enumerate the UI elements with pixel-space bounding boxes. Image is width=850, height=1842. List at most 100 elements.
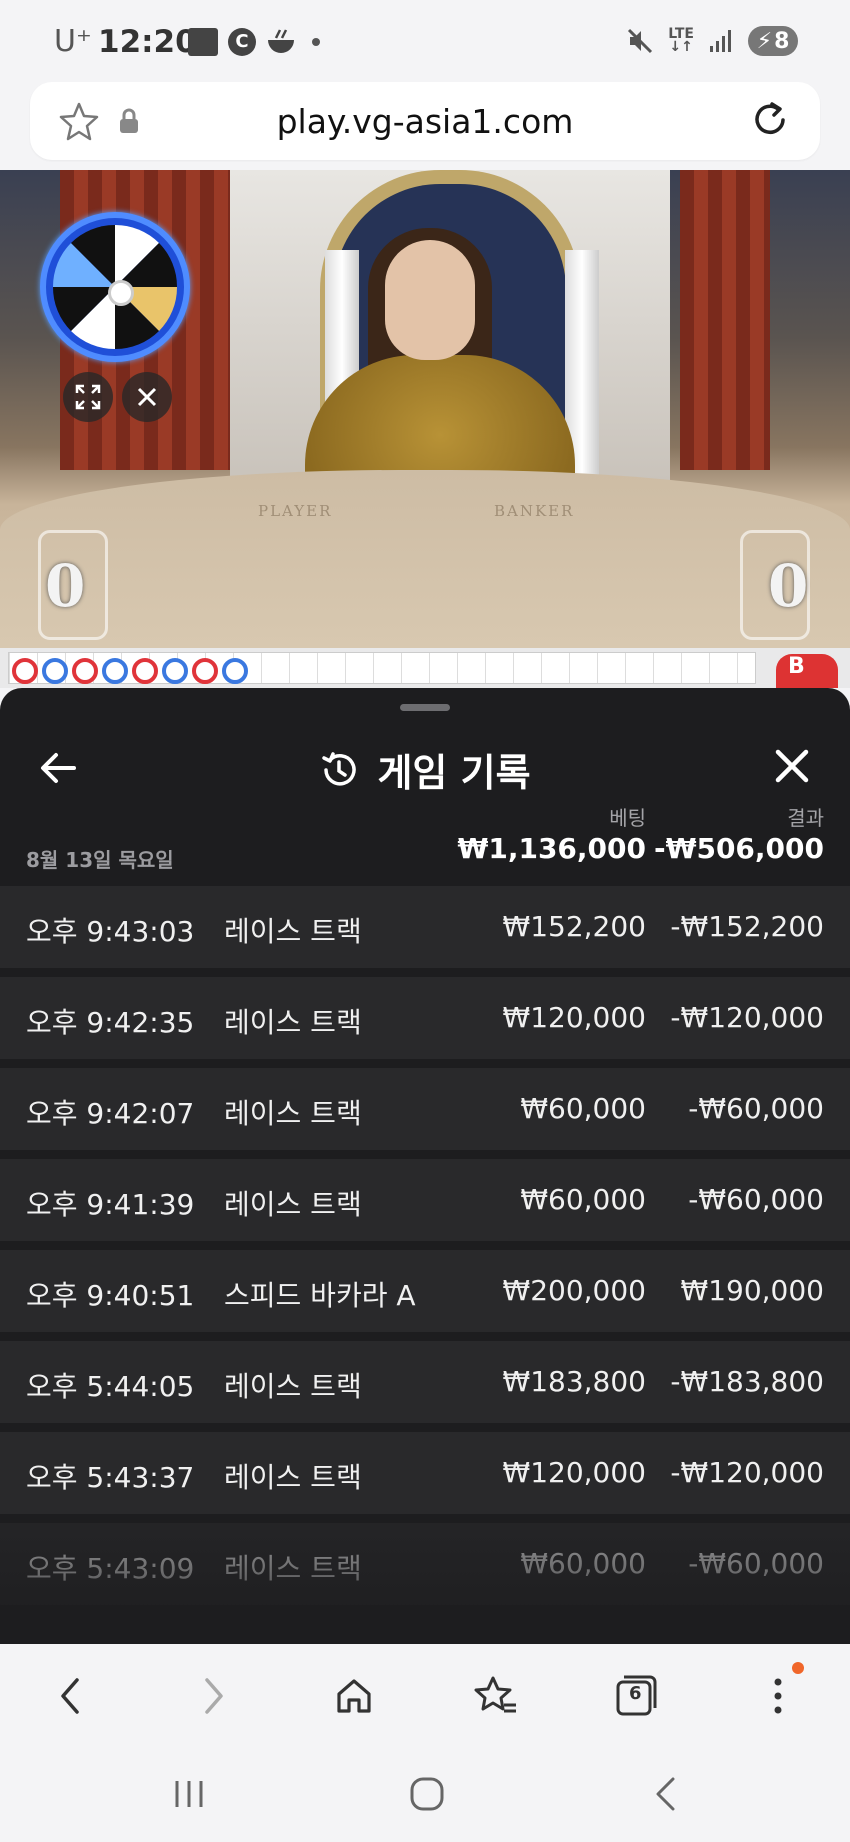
tabs-count: 6 — [629, 1683, 642, 1704]
row-game: 레이스 트랙 — [224, 1552, 362, 1585]
bead-red — [132, 658, 158, 684]
history-list: 오후 9:43:03 레이스 트랙 ₩152,200 -₩152,200 오후 … — [0, 886, 850, 1614]
home-button[interactable] — [326, 1668, 382, 1724]
row-game: 레이스 트랙 — [224, 1188, 362, 1221]
row-result: ₩190,000 — [680, 1274, 824, 1307]
row-time: 오후 9:40:51 — [26, 1279, 195, 1312]
home-icon — [337, 1679, 371, 1713]
bead-red — [72, 658, 98, 684]
row-bet: ₩152,200 — [502, 910, 646, 943]
network-type: LTE ↓↑ — [668, 26, 694, 55]
row-game: 레이스 트랙 — [224, 1006, 362, 1039]
baccarat-table — [0, 470, 850, 648]
column-header-result: 결과 — [787, 806, 824, 830]
total-bet: ₩1,136,000 — [457, 832, 646, 865]
history-row[interactable]: 오후 9:41:39 레이스 트랙 ₩60,000 -₩60,000 — [0, 1159, 850, 1241]
c-app-icon: C — [228, 28, 256, 56]
status-bar: U⁺ 12:20 C LTE ↓↑ ⚡ 8 — [0, 0, 850, 82]
row-result: -₩60,000 — [688, 1547, 824, 1580]
tabs-button[interactable]: 6 — [608, 1668, 664, 1724]
charging-bolt-icon: ⚡ — [756, 28, 773, 54]
browser-toolbar: 6 — [0, 1644, 850, 1744]
forward-button[interactable] — [186, 1668, 242, 1724]
row-bet: ₩200,000 — [502, 1274, 646, 1307]
menu-button[interactable] — [750, 1668, 806, 1724]
row-bet: ₩120,000 — [502, 1001, 646, 1034]
bowl-icon — [268, 29, 294, 53]
star-list-icon — [474, 1676, 516, 1713]
row-time: 오후 9:42:07 — [26, 1097, 195, 1130]
back-nav-button[interactable] — [640, 1772, 690, 1816]
row-game: 스피드 바카라 A — [224, 1279, 416, 1312]
row-game: 레이스 트랙 — [224, 915, 362, 948]
clock: 12:20 — [98, 24, 197, 60]
close-icon[interactable] — [770, 744, 814, 788]
row-time: 오후 5:43:09 — [26, 1552, 195, 1585]
row-result: -₩60,000 — [688, 1183, 824, 1216]
row-time: 오후 9:41:39 — [26, 1188, 195, 1221]
recent-apps-button[interactable] — [164, 1772, 214, 1816]
row-time: 오후 5:44:05 — [26, 1370, 195, 1403]
carrier-label: U⁺ — [54, 24, 92, 59]
row-bet: ₩183,800 — [502, 1365, 646, 1398]
reload-icon[interactable] — [750, 100, 790, 142]
row-bet: ₩60,000 — [520, 1183, 646, 1216]
row-time: 오후 5:43:37 — [26, 1461, 195, 1494]
row-time: 오후 9:42:35 — [26, 1006, 195, 1039]
history-row[interactable]: 오후 5:44:05 레이스 트랙 ₩183,800 -₩183,800 — [0, 1341, 850, 1423]
row-game: 레이스 트랙 — [224, 1370, 362, 1403]
home-circle-icon — [410, 1777, 444, 1811]
expand-icon — [75, 384, 101, 410]
sheet-header: 게임 기록 — [0, 718, 850, 818]
total-result: -₩506,000 — [653, 832, 824, 865]
url-text[interactable]: play.vg-asia1.com — [30, 102, 820, 141]
banker-marker[interactable]: B — [776, 654, 838, 688]
drag-handle[interactable] — [400, 704, 450, 711]
fullscreen-button[interactable] — [63, 372, 113, 422]
row-result: -₩60,000 — [688, 1092, 824, 1125]
bead-blue — [222, 658, 248, 684]
battery-indicator: ⚡ 8 — [748, 26, 798, 56]
banker-score: 0 — [768, 552, 809, 620]
column-header-bet: 베팅 — [609, 806, 646, 830]
mute-icon — [628, 28, 653, 54]
history-row[interactable]: 오후 5:43:37 레이스 트랙 ₩120,000 -₩120,000 — [0, 1432, 850, 1514]
row-result: -₩120,000 — [670, 1001, 824, 1034]
back-button[interactable] — [42, 1668, 98, 1724]
close-icon — [137, 387, 157, 407]
history-icon — [322, 751, 357, 786]
chevron-left-icon — [61, 1678, 79, 1714]
home-nav-button[interactable] — [402, 1772, 452, 1816]
row-bet: ₩60,000 — [520, 1092, 646, 1125]
more-notifications-dot — [312, 38, 320, 46]
prize-wheel-icon[interactable] — [40, 212, 190, 362]
row-game: 레이스 트랙 — [224, 1097, 362, 1130]
bead-red — [192, 658, 218, 684]
address-bar[interactable]: play.vg-asia1.com — [30, 82, 820, 160]
history-row[interactable]: 오후 9:43:03 레이스 트랙 ₩152,200 -₩152,200 — [0, 886, 850, 968]
system-navigation-bar — [0, 1744, 850, 1842]
bead-blue — [42, 658, 68, 684]
bead-road[interactable]: B — [0, 648, 850, 688]
history-row[interactable]: 오후 9:42:35 레이스 트랙 ₩120,000 -₩120,000 — [0, 977, 850, 1059]
more-vertical-icon — [774, 1678, 782, 1714]
felt-player-label: PLAYER — [258, 502, 333, 520]
bookmarks-button[interactable] — [468, 1668, 524, 1724]
history-row[interactable]: 오후 9:42:07 레이스 트랙 ₩60,000 -₩60,000 — [0, 1068, 850, 1150]
notification-icons: C — [188, 28, 320, 56]
signal-icon — [710, 30, 731, 52]
row-result: -₩183,800 — [670, 1365, 824, 1398]
history-row[interactable]: 오후 5:43:09 레이스 트랙 ₩60,000 -₩60,000 — [0, 1523, 850, 1605]
close-video-button[interactable] — [122, 372, 172, 422]
bead-blue — [102, 658, 128, 684]
bead-blue — [162, 658, 188, 684]
game-history-sheet: 게임 기록 베팅 결과 8월 13일 목요일 ₩1,136,000 -₩506,… — [0, 688, 850, 1644]
history-row[interactable]: 오후 9:40:51 스피드 바카라 A ₩200,000 ₩190,000 — [0, 1250, 850, 1332]
recents-icon — [175, 1781, 203, 1807]
felt-banker-label: BANKER — [494, 502, 575, 520]
back-chevron-icon — [656, 1777, 675, 1811]
chevron-right-icon — [205, 1678, 223, 1714]
page-title: 게임 기록 — [377, 751, 531, 795]
date-label: 8월 13일 목요일 — [26, 848, 174, 872]
day-summary: 8월 13일 목요일 ₩1,136,000 -₩506,000 — [0, 830, 850, 876]
